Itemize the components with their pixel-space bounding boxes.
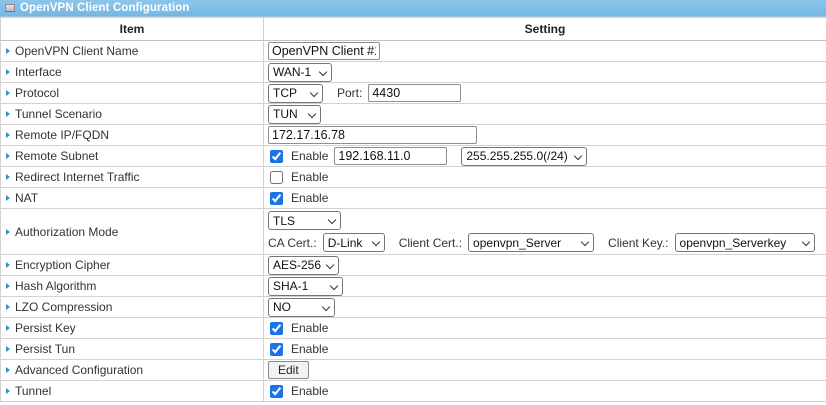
enable-label: Enable <box>291 191 328 205</box>
row-interface: Interface WAN-1 <box>1 62 826 83</box>
row-persist-key: Persist Key Enable <box>1 318 826 339</box>
persist-tun-checkbox[interactable] <box>270 343 283 356</box>
encryption-cipher-select[interactable]: AES-256 <box>268 256 339 275</box>
client-key-label: Client Key.: <box>608 236 668 250</box>
section-header: OpenVPN Client Configuration <box>0 0 826 17</box>
table-header-row: Item Setting <box>1 18 826 41</box>
hash-algorithm-select[interactable]: SHA-1 <box>268 277 343 296</box>
row-tunnel-scenario: Tunnel Scenario TUN <box>1 104 826 125</box>
config-table: Item Setting OpenVPN Client Name Interfa… <box>0 17 826 402</box>
collapse-section-icon[interactable] <box>5 4 15 12</box>
advanced-edit-button[interactable]: Edit <box>268 361 309 379</box>
row-bullet-icon <box>6 229 10 235</box>
row-bullet-icon <box>6 195 10 201</box>
row-lzo-compression: LZO Compression NO <box>1 297 826 318</box>
nat-enable-checkbox[interactable] <box>270 192 283 205</box>
enable-label: Enable <box>291 342 328 356</box>
protocol-select[interactable]: TCP <box>268 84 323 103</box>
row-label: Persist Tun <box>15 342 75 356</box>
row-label: LZO Compression <box>15 300 112 314</box>
row-bullet-icon <box>6 90 10 96</box>
section-title: OpenVPN Client Configuration <box>20 2 190 14</box>
row-remote-subnet: Remote Subnet Enable 255.255.255.0(/24) <box>1 146 826 167</box>
ca-cert-select[interactable]: D-Link <box>323 233 385 252</box>
client-name-input[interactable] <box>268 42 380 60</box>
row-label: Tunnel Scenario <box>15 107 102 121</box>
row-authorization-mode: Authorization Mode TLS CA Cert.: D-Link … <box>1 209 826 255</box>
row-bullet-icon <box>6 132 10 138</box>
remote-subnet-enable-checkbox[interactable] <box>270 150 283 163</box>
remote-ip-input[interactable] <box>268 126 477 144</box>
row-bullet-icon <box>6 346 10 352</box>
row-label: Advanced Configuration <box>15 363 143 377</box>
openvpn-client-config-page: OpenVPN Client Configuration Item Settin… <box>0 0 826 405</box>
column-header-item: Item <box>1 18 264 41</box>
row-openvpn-client-name: OpenVPN Client Name <box>1 41 826 62</box>
client-cert-label: Client Cert.: <box>399 236 462 250</box>
interface-select[interactable]: WAN-1 <box>268 63 332 82</box>
row-bullet-icon <box>6 388 10 394</box>
client-key-select[interactable]: openvpn_Serverkey <box>675 233 815 252</box>
enable-label: Enable <box>291 321 328 335</box>
row-label: Interface <box>15 65 62 79</box>
row-persist-tun: Persist Tun Enable <box>1 339 826 360</box>
tunnel-scenario-select[interactable]: TUN <box>268 105 321 124</box>
row-bullet-icon <box>6 325 10 331</box>
port-label: Port: <box>337 86 362 100</box>
ca-cert-label: CA Cert.: <box>268 236 317 250</box>
port-input[interactable] <box>368 84 461 102</box>
row-advanced-configuration: Advanced Configuration Edit <box>1 360 826 381</box>
authorization-mode-select[interactable]: TLS <box>268 211 341 230</box>
row-tunnel: Tunnel Enable <box>1 381 826 402</box>
remote-subnet-mask-select[interactable]: 255.255.255.0(/24) <box>461 147 587 166</box>
row-bullet-icon <box>6 111 10 117</box>
row-encryption-cipher: Encryption Cipher AES-256 <box>1 255 826 276</box>
enable-label: Enable <box>291 149 328 163</box>
row-label: Redirect Internet Traffic <box>15 170 140 184</box>
row-nat: NAT Enable <box>1 188 826 209</box>
row-remote-ip: Remote IP/FQDN <box>1 125 826 146</box>
row-redirect-internet-traffic: Redirect Internet Traffic Enable <box>1 167 826 188</box>
redirect-traffic-enable-checkbox[interactable] <box>270 171 283 184</box>
row-bullet-icon <box>6 262 10 268</box>
row-label: Protocol <box>15 86 59 100</box>
row-bullet-icon <box>6 367 10 373</box>
row-protocol: Protocol TCP Port: <box>1 83 826 104</box>
row-label: Hash Algorithm <box>15 279 96 293</box>
client-cert-select[interactable]: openvpn_Server <box>468 233 594 252</box>
row-label: Remote IP/FQDN <box>15 128 109 142</box>
row-label: Authorization Mode <box>15 225 118 239</box>
row-label: NAT <box>15 191 38 205</box>
row-hash-algorithm: Hash Algorithm SHA-1 <box>1 276 826 297</box>
lzo-compression-select[interactable]: NO <box>268 298 335 317</box>
enable-label: Enable <box>291 384 328 398</box>
tunnel-enable-checkbox[interactable] <box>270 385 283 398</box>
column-header-setting: Setting <box>264 18 826 41</box>
row-bullet-icon <box>6 174 10 180</box>
persist-key-checkbox[interactable] <box>270 322 283 335</box>
row-bullet-icon <box>6 153 10 159</box>
remote-subnet-ip-input[interactable] <box>334 147 447 165</box>
row-bullet-icon <box>6 48 10 54</box>
row-label: OpenVPN Client Name <box>15 44 138 58</box>
row-label: Tunnel <box>15 384 51 398</box>
row-label: Encryption Cipher <box>15 258 110 272</box>
row-bullet-icon <box>6 69 10 75</box>
row-bullet-icon <box>6 304 10 310</box>
row-bullet-icon <box>6 283 10 289</box>
enable-label: Enable <box>291 170 328 184</box>
row-label: Persist Key <box>15 321 76 335</box>
row-label: Remote Subnet <box>15 149 98 163</box>
